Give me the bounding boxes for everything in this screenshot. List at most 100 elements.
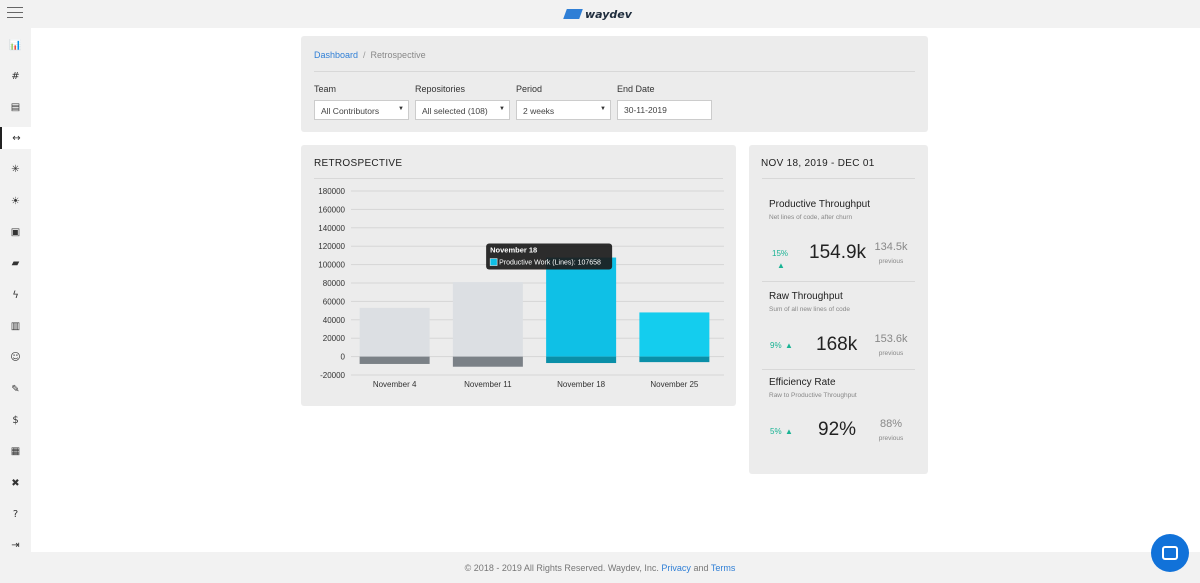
period-select[interactable]: 2 weeks ▼ [516, 100, 611, 120]
stat-change-efficiency-rate: 5% [770, 427, 782, 436]
end-date-input[interactable] [617, 100, 712, 120]
stat-title-efficiency-rate: Efficiency Rate [769, 377, 836, 388]
logo-text: waydev [585, 7, 632, 21]
chevron-down-icon: ▼ [600, 106, 606, 112]
y-tick-label: -20000 [320, 371, 345, 380]
breadcrumb: Dashboard / Retrospective [314, 50, 426, 60]
bar-chart-icon[interactable]: 📊 [0, 34, 31, 56]
period-select-value: 2 weeks [523, 106, 555, 116]
chat-bubble-icon [1162, 546, 1178, 560]
document-icon[interactable]: ▦ [0, 440, 31, 462]
footer-and: and [693, 563, 709, 573]
footer-privacy-link[interactable]: Privacy [661, 563, 691, 573]
bar-positive [546, 257, 617, 357]
team-select-value: All Contributors [321, 106, 380, 116]
hamburger-menu-icon[interactable] [7, 7, 23, 19]
tools-icon[interactable]: ✖ [0, 472, 31, 494]
repositories-label: Repositories [415, 84, 466, 94]
logo-mark-icon [563, 9, 583, 19]
stat-title-raw-throughput: Raw Throughput [769, 291, 843, 302]
sun-icon[interactable]: ☀ [0, 190, 31, 212]
stat-previous-label: previous [878, 258, 904, 265]
period-label: Period [516, 84, 543, 94]
stats-range-title: NOV 18, 2019 - DEC 01 [761, 158, 875, 169]
stat-divider [762, 281, 915, 282]
filters-divider [314, 71, 915, 72]
retrospective-bar-chart: 180000 160000 140000 120000 100000 80000 60000… [318, 187, 724, 389]
chevron-down-icon: ▼ [398, 106, 404, 112]
stat-change-raw-throughput: 9% [770, 341, 782, 350]
chart-tooltip-text: Productive Work (Lines): 107658 [499, 260, 601, 267]
footer-copyright: © 2018 - 2019 All Rights Reserved. Wayde… [464, 563, 659, 573]
y-tick-label: 180000 [318, 187, 345, 196]
sidebar: 📊 # ▤ ↔ ✳ ☀ ▣ ▰ ϟ ▥ ☺ ✎ $ ▦ ✖? ⇥ [0, 28, 31, 552]
help-icon[interactable]: ? [0, 503, 31, 525]
bar-positive [639, 312, 710, 357]
bar-positive [359, 307, 430, 357]
stats-divider [762, 178, 915, 179]
stat-value-productive-throughput: 154.9k [809, 242, 867, 263]
stat-value-efficiency-rate: 92% [818, 419, 857, 440]
dollar-icon[interactable]: $ [0, 409, 31, 431]
bolt-icon[interactable]: ϟ [0, 284, 31, 306]
team-label: Team [314, 84, 337, 94]
y-tick-label: 140000 [318, 224, 345, 233]
bug-icon[interactable]: ✳ [0, 158, 31, 180]
x-tick-label: November 4 [373, 380, 417, 389]
y-tick-label: 100000 [318, 261, 345, 270]
chat-widget-button[interactable] [1151, 534, 1189, 572]
stat-previous-raw-throughput: 153.6k [874, 333, 908, 345]
footer-terms-link[interactable]: Terms [711, 563, 736, 573]
chat-icon[interactable]: ▰ [0, 252, 31, 274]
stat-change-productive-throughput: 15% [772, 249, 789, 258]
bar-negative [359, 356, 430, 364]
retrospective-icon[interactable]: ↔ [0, 127, 31, 149]
bar-negative [546, 356, 617, 364]
breadcrumb-dashboard-link[interactable]: Dashboard [314, 50, 358, 60]
team-select[interactable]: All Contributors ▼ [314, 100, 409, 120]
footer: © 2018 - 2019 All Rights Reserved. Wayde… [0, 552, 1200, 583]
top-bar: waydev [0, 0, 1200, 28]
hashtag-icon[interactable]: # [0, 65, 31, 87]
stat-previous-efficiency-rate: 88% [879, 418, 903, 430]
repositories-select[interactable]: All selected (108) ▼ [415, 100, 510, 120]
chevron-up-icon: ▲ [777, 261, 785, 270]
repositories-select-value: All selected (108) [422, 106, 488, 116]
stat-value-raw-throughput: 168k [816, 334, 858, 355]
y-tick-label: 20000 [323, 334, 346, 343]
y-tick-label: 40000 [323, 316, 346, 325]
retrospective-chart-panel: Retrospective 180000 160000 140000 120000 10… [301, 145, 736, 406]
stat-title-productive-throughput: Productive Throughput [769, 199, 870, 210]
waydev-logo[interactable]: waydev [563, 7, 632, 21]
bar-positive [452, 282, 523, 357]
y-tick-label: 160000 [318, 205, 345, 214]
y-tick-label: 120000 [318, 242, 345, 251]
stats-panel: NOV 18, 2019 - DEC 01 Productive Through… [749, 145, 928, 474]
pencil-icon[interactable]: ✎ [0, 378, 31, 400]
stat-previous-productive-throughput: 134.5k [874, 241, 908, 253]
bar-negative [639, 356, 710, 363]
users-icon[interactable]: ☺ [0, 346, 31, 368]
breadcrumb-current: Retrospective [370, 50, 426, 60]
stat-previous-label: previous [878, 350, 904, 357]
report-icon[interactable]: ▤ [0, 96, 31, 118]
chevron-up-icon: ▲ [785, 427, 793, 436]
y-tick-label: 60000 [323, 297, 346, 306]
x-tick-label: November 11 [464, 380, 512, 389]
x-tick-label: November 25 [650, 380, 699, 389]
chart-tooltip-swatch [489, 258, 498, 266]
stat-sub-raw-throughput: Sum of all new lines of code [769, 306, 850, 313]
chevron-up-icon: ▲ [785, 341, 793, 350]
y-tick-label: 0 [341, 353, 346, 362]
breadcrumb-separator: / [363, 50, 366, 60]
stat-previous-label: previous [878, 435, 904, 442]
chart-tooltip-title: November 18 [490, 246, 537, 255]
chevron-down-icon: ▼ [499, 106, 505, 112]
book-icon[interactable]: ▥ [0, 315, 31, 337]
stat-sub-efficiency-rate: Raw to Productive Throughput [769, 392, 857, 399]
x-tick-label: November 18 [557, 380, 606, 389]
calendar-icon[interactable]: ▣ [0, 221, 31, 243]
y-tick-label: 80000 [323, 279, 346, 288]
end-date-label: End Date [617, 84, 655, 94]
bar-negative [452, 356, 523, 367]
